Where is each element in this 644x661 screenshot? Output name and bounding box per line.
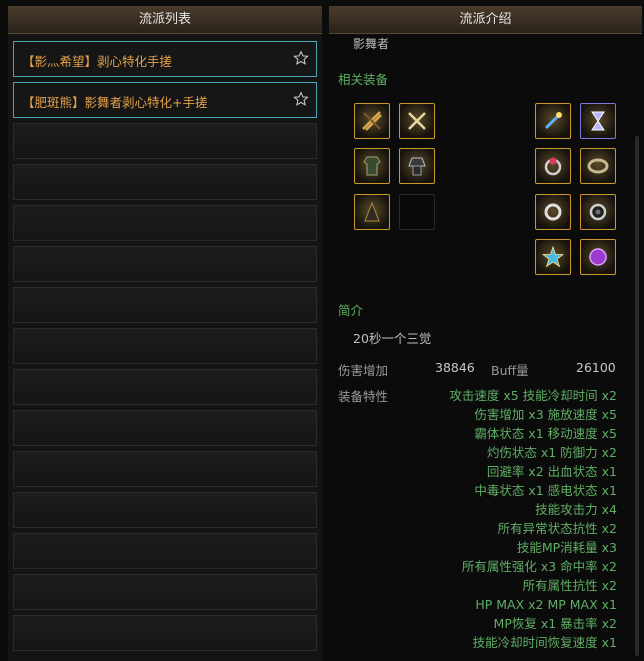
empty-strategy-slot[interactable] bbox=[13, 410, 317, 446]
armor-hat-icon[interactable] bbox=[399, 148, 435, 184]
trait-line: 技能攻击力 x4 bbox=[535, 502, 617, 517]
damage-label: 伤害增加 bbox=[338, 363, 389, 378]
bracelet-icon[interactable] bbox=[580, 148, 616, 184]
traits-label: 装备特性 bbox=[338, 389, 389, 404]
trait-list: 攻击速度 x5 技能冷却时间 x2 伤害增加 x3 施放速度 x5 霸体状态 x… bbox=[449, 386, 617, 652]
ring-dark-icon[interactable] bbox=[580, 194, 616, 230]
empty-strategy-slot[interactable] bbox=[13, 574, 317, 610]
empty-strategy-slot[interactable] bbox=[13, 451, 317, 487]
dagger-spark-icon[interactable] bbox=[535, 103, 571, 139]
buff-label: Buff量 bbox=[491, 363, 529, 378]
strategy-detail-panel: 流派介绍 影舞者 相关装备 简介 20秒一个三觉 伤害增加 38846 Buff… bbox=[329, 6, 642, 661]
strategy-detail-title: 流派介绍 bbox=[329, 6, 642, 34]
strategy-item-name: 【肥斑熊】影舞者剥心特化+手搓 bbox=[22, 95, 208, 110]
class-name: 影舞者 bbox=[353, 37, 390, 51]
empty-strategy-slot[interactable] bbox=[13, 492, 317, 528]
buff-value: 26100 bbox=[576, 360, 616, 375]
armor-coat-icon[interactable] bbox=[354, 148, 390, 184]
empty-strategy-slot[interactable] bbox=[13, 615, 317, 651]
favorite-star-icon[interactable] bbox=[293, 50, 309, 66]
cloak-icon[interactable] bbox=[354, 194, 390, 230]
damage-value: 38846 bbox=[435, 360, 475, 375]
trait-line: 灼伤状态 x1 防御力 x2 bbox=[486, 445, 617, 460]
empty-strategy-slot[interactable] bbox=[13, 205, 317, 241]
strategy-item[interactable]: 【影灬希望】剥心特化手搓 bbox=[13, 41, 317, 77]
detail-scrollbar[interactable] bbox=[635, 136, 639, 656]
trait-line: 中毒状态 x1 感电状态 x1 bbox=[474, 483, 617, 498]
strategy-list-title: 流派列表 bbox=[8, 6, 322, 34]
crossed-blades-icon[interactable] bbox=[399, 103, 435, 139]
trait-line: 攻击速度 x5 技能冷却时间 x2 bbox=[449, 388, 617, 403]
star-gem-icon[interactable] bbox=[535, 239, 571, 275]
empty-strategy-slot[interactable] bbox=[13, 369, 317, 405]
trait-line: MP恢复 x1 暴击率 x2 bbox=[493, 616, 617, 631]
strategy-item[interactable]: 【肥斑熊】影舞者剥心特化+手搓 bbox=[13, 82, 317, 118]
strategy-list-panel: 流派列表 【影灬希望】剥心特化手搓 【肥斑熊】影舞者剥心特化+手搓 bbox=[8, 6, 322, 661]
trait-line: 霸体状态 x1 移动速度 x5 bbox=[474, 426, 617, 441]
intro-text: 20秒一个三觉 bbox=[353, 331, 432, 346]
empty-strategy-slot[interactable] bbox=[13, 246, 317, 282]
purple-orb-icon[interactable] bbox=[580, 239, 616, 275]
empty-strategy-slot[interactable] bbox=[13, 533, 317, 569]
favorite-star-icon[interactable] bbox=[293, 91, 309, 107]
hourglass-icon[interactable] bbox=[580, 103, 616, 139]
trait-line: 所有属性抗性 x2 bbox=[522, 578, 617, 593]
ring-red-icon[interactable] bbox=[535, 148, 571, 184]
trait-line: 技能MP消耗量 x3 bbox=[516, 540, 617, 555]
ring-silver-icon[interactable] bbox=[535, 194, 571, 230]
empty-strategy-slot[interactable] bbox=[13, 328, 317, 364]
empty-equip-slot[interactable] bbox=[399, 194, 435, 230]
trait-line: 所有属性强化 x3 命中率 x2 bbox=[461, 559, 617, 574]
trait-line: 技能冷却时间恢复速度 x1 bbox=[472, 635, 617, 650]
empty-strategy-slot[interactable] bbox=[13, 164, 317, 200]
related-equipment-label: 相关装备 bbox=[338, 72, 389, 87]
empty-strategy-slot[interactable] bbox=[13, 123, 317, 159]
strategy-item-name: 【影灬希望】剥心特化手搓 bbox=[22, 54, 173, 69]
trait-line: HP MAX x2 MP MAX x1 bbox=[475, 597, 617, 612]
trait-line: 回避率 x2 出血状态 x1 bbox=[486, 464, 617, 479]
trait-line: 所有异常状态抗性 x2 bbox=[497, 521, 617, 536]
intro-label: 简介 bbox=[338, 303, 364, 318]
weapon-bundle-icon[interactable] bbox=[354, 103, 390, 139]
trait-line: 伤害增加 x3 施放速度 x5 bbox=[474, 407, 617, 422]
strategy-list: 【影灬希望】剥心特化手搓 【肥斑熊】影舞者剥心特化+手搓 bbox=[13, 41, 317, 656]
empty-strategy-slot[interactable] bbox=[13, 287, 317, 323]
